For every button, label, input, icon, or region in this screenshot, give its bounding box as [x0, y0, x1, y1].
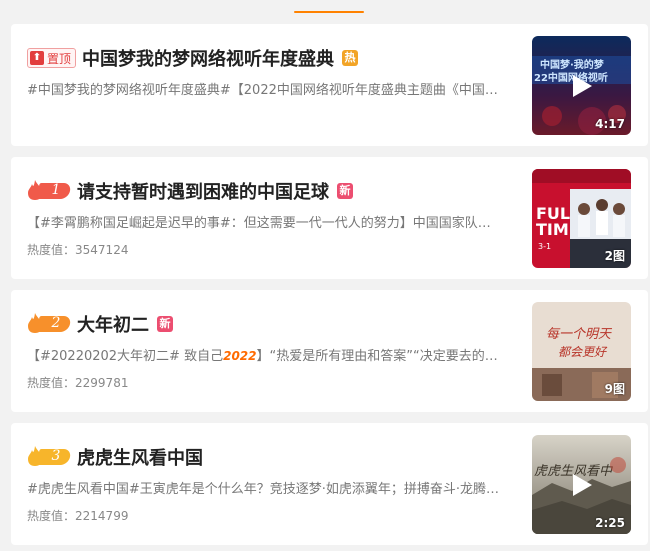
feed-item-description[interactable]: 【#李霄鹏称国足崛起是迟早的事#：但这需要一代一代人的努力】中国国家队… — [27, 212, 521, 231]
rank-number: 2 — [51, 315, 61, 331]
feed-item-2[interactable]: 1 请支持暂时遇到困难的中国足球 新 【#李霄鹏称国足崛起是迟早的事#：但这需要… — [11, 157, 648, 279]
heat-number: 2214799 — [75, 509, 129, 523]
hot-tag: 热 — [342, 50, 359, 66]
new-tag: 新 — [157, 316, 173, 332]
svg-text:3-1: 3-1 — [538, 242, 551, 251]
feed-item-1[interactable]: ⬆ 置顶 中国梦我的梦网络视听年度盛典 热 #中国梦我的梦网络视听年度盛典#【2… — [11, 24, 648, 146]
description-prefix: 【#20220202大年初二# 致自己 — [27, 349, 224, 364]
feed-item-title-row: 3 虎虎生风看中国 — [27, 443, 203, 471]
rank-number: 3 — [51, 448, 61, 464]
year-2022-badge: 2022 — [223, 349, 257, 363]
new-tag: 新 — [337, 183, 353, 199]
tab-bar — [0, 0, 650, 14]
description-suffix: 】“热爱是所有理由和答案”“决定要去的… — [256, 349, 498, 364]
video-duration: 4:17 — [595, 117, 625, 131]
heat-number: 2299781 — [75, 376, 129, 390]
feed-item-description[interactable]: #中国梦我的梦网络视听年度盛典#【2022中国网络视听年度盛典主题曲《中国… — [27, 79, 521, 98]
feed-item-3[interactable]: 2 大年初二 新 【#20220202大年初二# 致自己2022】“热爱是所有理… — [11, 290, 648, 412]
rank-badge: 2 — [27, 313, 72, 335]
play-icon[interactable] — [568, 73, 594, 99]
pinned-label: 置顶 — [47, 51, 72, 66]
feed-item-title-row: 2 大年初二 新 — [27, 310, 173, 338]
heat-label: 热度值： — [27, 243, 76, 257]
video-thumbnail[interactable]: 中国梦·我的梦 22中国网络视听 4:17 — [532, 36, 631, 135]
image-count: 9图 — [604, 382, 625, 396]
feed-item-title[interactable]: 虎虎生风看中国 — [77, 444, 203, 470]
feed-item-title[interactable]: 大年初二 — [77, 311, 149, 337]
image-count: 2图 — [604, 249, 625, 263]
heat-value: 热度值：2214799 — [27, 507, 128, 524]
rank-number: 1 — [51, 182, 61, 198]
feed-item-title[interactable]: 请支持暂时遇到困难的中国足球 — [77, 178, 329, 204]
svg-text:每一个明天: 每一个明天 — [546, 327, 613, 342]
active-tab-indicator — [294, 11, 364, 13]
rank-badge: 3 — [27, 446, 72, 468]
gallery-thumbnail[interactable]: FULL TIME 3-1 2图 — [532, 169, 631, 268]
feed-item-description[interactable]: #虎虎生风看中国#王寅虎年是个什么年？竞技逐梦·如虎添翼年；拼搏奋斗·龙腾… — [27, 478, 521, 497]
heat-value: 热度值：3547124 — [27, 241, 128, 258]
rank-badge: 1 — [27, 180, 72, 202]
gallery-thumbnail[interactable]: 每一个明天 都会更好 9图 — [532, 302, 631, 401]
feed-item-title-row: ⬆ 置顶 中国梦我的梦网络视听年度盛典 热 — [27, 44, 359, 72]
svg-text:中国梦·我的梦: 中国梦·我的梦 — [540, 58, 605, 71]
play-icon[interactable] — [568, 472, 594, 498]
pin-up-arrow-icon: ⬆ — [30, 51, 44, 65]
video-thumbnail[interactable]: 虎虎生风看中 2:25 — [532, 435, 631, 534]
svg-text:都会更好: 都会更好 — [558, 345, 608, 359]
heat-number: 3547124 — [75, 243, 129, 257]
heat-label: 热度值： — [27, 509, 76, 523]
pinned-badge: ⬆ 置顶 — [27, 48, 77, 68]
feed-item-4[interactable]: 3 虎虎生风看中国 #虎虎生风看中国#王寅虎年是个什么年？竞技逐梦·如虎添翼年；… — [11, 423, 648, 545]
heat-label: 热度值： — [27, 376, 76, 390]
feed-item-description[interactable]: 【#20220202大年初二# 致自己2022】“热爱是所有理由和答案”“决定要… — [27, 345, 521, 364]
feed-item-title-row: 1 请支持暂时遇到困难的中国足球 新 — [27, 177, 353, 205]
feed-item-title[interactable]: 中国梦我的梦网络视听年度盛典 — [82, 45, 334, 71]
video-duration: 2:25 — [595, 516, 625, 530]
heat-value: 热度值：2299781 — [27, 374, 128, 391]
